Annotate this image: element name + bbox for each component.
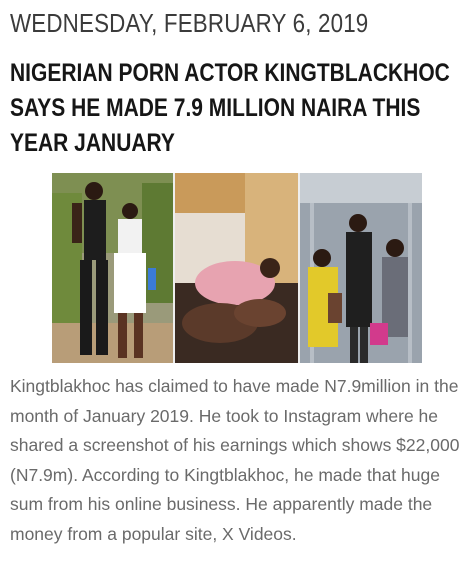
post-date: WEDNESDAY, FEBRUARY 6, 2019 [10, 8, 369, 38]
post-image-collage [52, 173, 422, 363]
photo-elevator-selfie [300, 173, 422, 363]
post-body: Kingtblakhoc has claimed to have made N7… [10, 376, 460, 544]
photo-couple-outdoors [52, 173, 173, 363]
photo-bedroom [175, 173, 298, 363]
post-title[interactable]: NIGERIAN PORN ACTOR KINGTBLACKHOC SAYS H… [10, 56, 455, 161]
